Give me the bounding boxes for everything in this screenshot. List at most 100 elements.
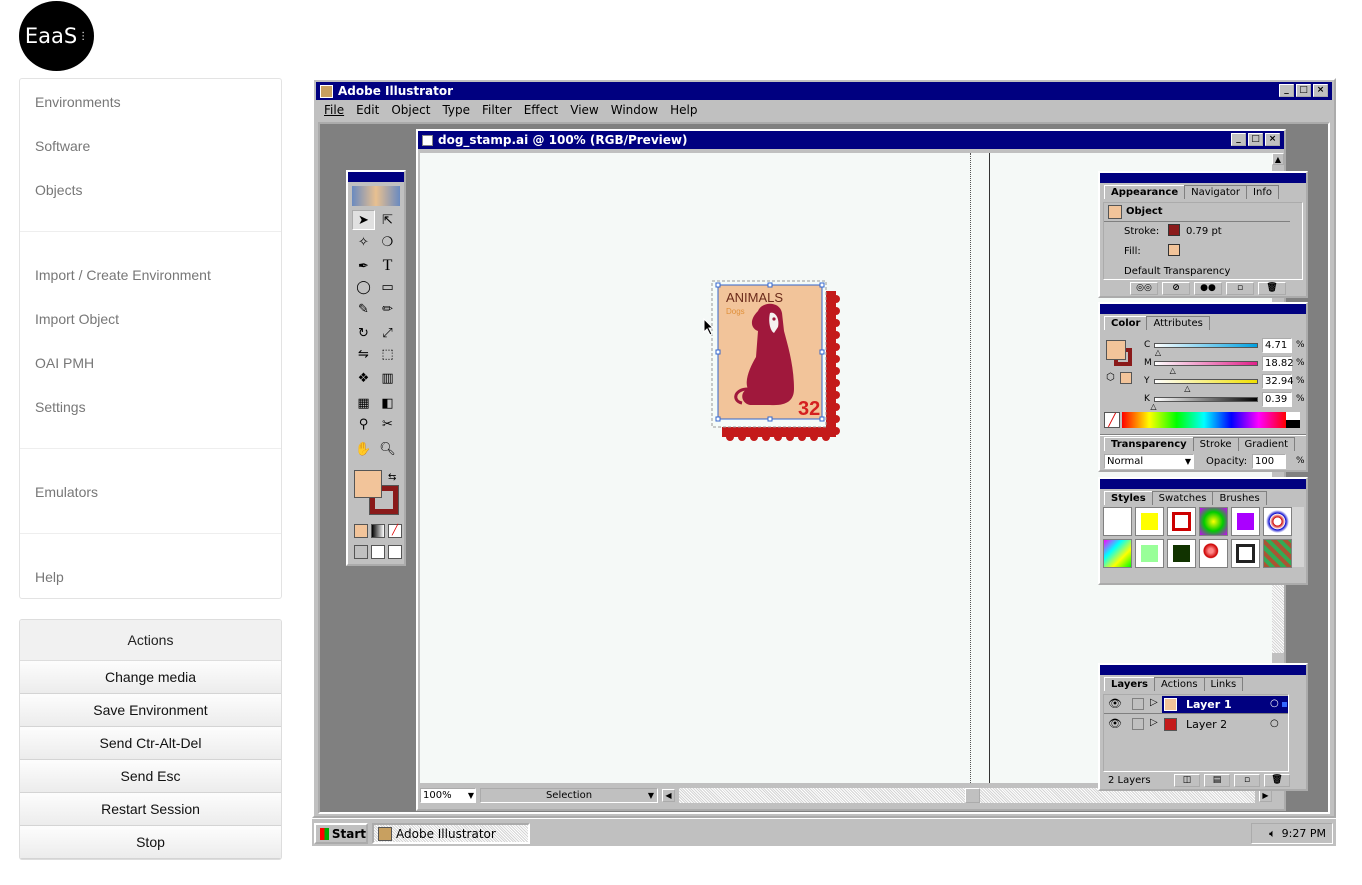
maximize-icon[interactable]: □ xyxy=(1296,84,1311,97)
taskbar-illustrator[interactable]: Adobe Illustrator xyxy=(372,823,530,844)
channel-c-thumb-icon[interactable]: △ xyxy=(1155,348,1161,357)
tab-info[interactable]: Info xyxy=(1246,185,1279,199)
duplicate-item-icon[interactable]: ▫ xyxy=(1226,282,1254,295)
menu-window[interactable]: Window xyxy=(605,103,664,117)
tab-navigator[interactable]: Navigator xyxy=(1184,185,1248,199)
color-spectrum-ramp[interactable] xyxy=(1122,412,1286,428)
style-green[interactable] xyxy=(1135,539,1164,568)
nav-software[interactable]: Software xyxy=(35,138,90,154)
channel-m-value[interactable]: 18.82 xyxy=(1262,356,1294,371)
restart-session-button[interactable]: Restart Session xyxy=(20,793,281,826)
start-button[interactable]: Start xyxy=(314,823,368,844)
black-swatch[interactable] xyxy=(1286,420,1300,428)
stop-button[interactable]: Stop xyxy=(20,826,281,859)
channel-y-value[interactable]: 32.94 xyxy=(1262,374,1294,389)
menu-edit[interactable]: Edit xyxy=(350,103,385,117)
ellipse-tool-icon[interactable]: ◯ xyxy=(352,277,375,297)
gradient-tool-icon[interactable]: ◧ xyxy=(376,393,399,413)
expand-triangle-icon[interactable]: ▷ xyxy=(1150,697,1158,708)
tab-attributes[interactable]: Attributes xyxy=(1146,316,1210,330)
reflect-tool-icon[interactable]: ⇋ xyxy=(352,344,375,364)
channel-y-slider[interactable] xyxy=(1154,379,1258,384)
fill-thumbnail[interactable] xyxy=(1168,244,1180,256)
speaker-icon[interactable]: 🔈︎ xyxy=(1269,827,1276,841)
channel-k-value[interactable]: 0.39 xyxy=(1262,392,1292,407)
send-esc-button[interactable]: Send Esc xyxy=(20,760,281,793)
lock-toggle[interactable] xyxy=(1132,718,1144,730)
doc-close-icon[interactable]: × xyxy=(1265,133,1280,146)
nav-environments[interactable]: Environments xyxy=(35,94,121,110)
screen-mode-standard-icon[interactable] xyxy=(354,545,368,559)
eye-visibility-icon[interactable]: 👁︎ xyxy=(1108,697,1122,710)
doc-minimize-icon[interactable]: _ xyxy=(1231,133,1246,146)
make-clipping-mask-icon[interactable]: ◫ xyxy=(1174,774,1200,787)
minimize-icon[interactable]: _ xyxy=(1279,84,1294,97)
layer-row[interactable]: 👁︎ ▷ Layer 1 ○ xyxy=(1104,695,1288,714)
pen-tool-icon[interactable]: ✒ xyxy=(352,256,375,276)
magic-wand-tool-icon[interactable]: ✧ xyxy=(352,232,375,252)
layers-panel-titlebar[interactable] xyxy=(1100,665,1306,675)
white-swatch[interactable] xyxy=(1286,412,1300,420)
toolbox-titlebar[interactable] xyxy=(348,172,404,182)
none-color-icon[interactable]: ╱ xyxy=(1104,412,1120,428)
pencil-tool-icon[interactable]: ✏ xyxy=(376,299,399,319)
layer-2-name[interactable]: Layer 2 xyxy=(1186,718,1227,731)
style-dark-green[interactable] xyxy=(1167,539,1196,568)
new-sublayer-icon[interactable]: ▤ xyxy=(1204,774,1230,787)
eyedropper-tool-icon[interactable]: ⚲ xyxy=(352,414,375,434)
new-layer-icon[interactable]: ▫ xyxy=(1234,774,1260,787)
nav-import-create-environment[interactable]: Import / Create Environment xyxy=(35,267,211,283)
graph-tool-icon[interactable]: ▥ xyxy=(376,368,399,388)
styles-panel-titlebar[interactable] xyxy=(1100,479,1306,489)
nav-oai-pmh[interactable]: OAI PMH xyxy=(35,355,94,371)
save-environment-button[interactable]: Save Environment xyxy=(20,694,281,727)
free-transform-tool-icon[interactable]: ⬚ xyxy=(376,344,399,364)
tab-brushes[interactable]: Brushes xyxy=(1212,491,1267,505)
rectangle-tool-icon[interactable]: ▭ xyxy=(376,277,399,297)
style-red-sphere[interactable] xyxy=(1199,539,1228,568)
eye-visibility-icon[interactable]: 👁︎ xyxy=(1108,717,1122,730)
scroll-left-arrow-icon[interactable]: ◀ xyxy=(662,788,675,802)
style-concentric[interactable] xyxy=(1263,507,1292,536)
color-fill-swatch[interactable] xyxy=(1106,340,1126,360)
style-texture[interactable] xyxy=(1263,539,1292,568)
emulator-screen[interactable]: Adobe Illustrator _ □ × File Edit Object… xyxy=(312,78,1336,846)
nav-settings[interactable]: Settings xyxy=(35,399,86,415)
appearance-panel-titlebar[interactable] xyxy=(1100,173,1306,183)
menu-view[interactable]: View xyxy=(564,103,604,117)
none-mode-icon[interactable]: ╱ xyxy=(388,524,402,538)
status-mode-select[interactable]: Selection ▼ xyxy=(480,787,658,803)
zoom-tool-icon[interactable]: 🔍︎ xyxy=(376,439,399,459)
nav-emulators[interactable]: Emulators xyxy=(35,484,98,500)
send-ctrl-alt-del-button[interactable]: Send Ctr-Alt-Del xyxy=(20,727,281,760)
clear-appearance-icon[interactable]: ⊘ xyxy=(1162,282,1190,295)
style-red-frame[interactable] xyxy=(1167,507,1196,536)
style-purple[interactable] xyxy=(1231,507,1260,536)
style-default[interactable] xyxy=(1103,507,1132,536)
gradient-mode-icon[interactable] xyxy=(371,524,385,538)
screen-mode-full-menu-icon[interactable] xyxy=(371,545,385,559)
channel-k-thumb-icon[interactable]: △ xyxy=(1150,402,1156,411)
menu-effect[interactable]: Effect xyxy=(518,103,565,117)
channel-c-slider[interactable] xyxy=(1154,343,1258,348)
style-black-frame[interactable] xyxy=(1231,539,1260,568)
reduce-to-basic-icon[interactable]: ●● xyxy=(1194,282,1222,295)
selection-tool-icon[interactable]: ➤ xyxy=(352,210,375,230)
layer-row[interactable]: 👁︎ ▷ Layer 2 ○ xyxy=(1104,715,1288,734)
tab-swatches[interactable]: Swatches xyxy=(1151,491,1214,505)
close-icon[interactable]: × xyxy=(1313,84,1328,97)
delete-item-icon[interactable]: 🗑︎ xyxy=(1258,282,1286,295)
fill-color-swatch[interactable] xyxy=(354,470,382,498)
gamut-swatch[interactable] xyxy=(1120,372,1132,384)
styles-scrollbar[interactable] xyxy=(1292,507,1304,567)
tab-appearance[interactable]: Appearance xyxy=(1104,185,1186,199)
style-rainbow[interactable] xyxy=(1199,507,1228,536)
layer-1-name[interactable]: Layer 1 xyxy=(1186,698,1232,711)
scroll-up-arrow-icon[interactable]: ▲ xyxy=(1272,153,1284,165)
blend-mode-select[interactable]: Normal ▼ xyxy=(1104,454,1194,469)
hand-tool-icon[interactable]: ✋ xyxy=(352,439,375,459)
direct-selection-tool-icon[interactable]: ⇱ xyxy=(376,210,399,230)
menu-help[interactable]: Help xyxy=(664,103,703,117)
tab-links[interactable]: Links xyxy=(1203,677,1244,691)
style-gradient[interactable] xyxy=(1103,539,1132,568)
